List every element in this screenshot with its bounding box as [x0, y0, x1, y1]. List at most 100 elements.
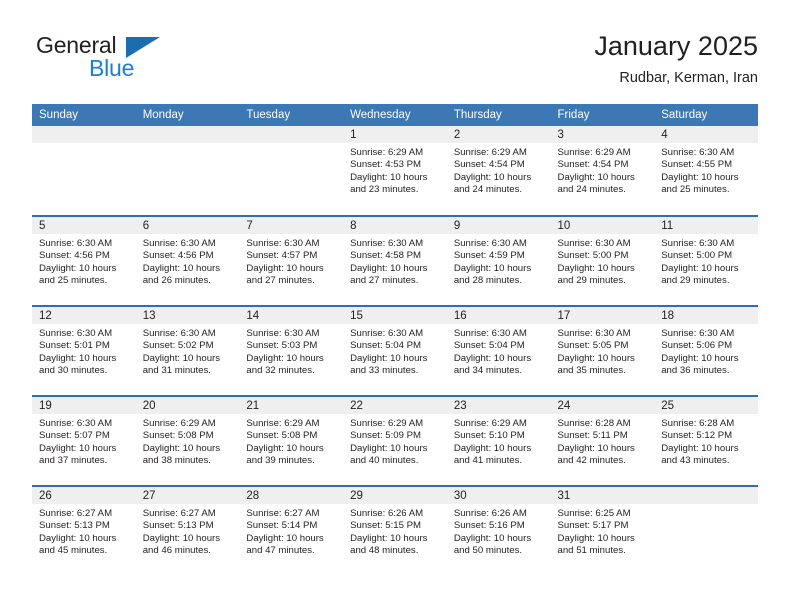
day-cell-inner: 29 Sunrise: 6:26 AM Sunset: 5:15 PM Dayligh… [343, 487, 447, 576]
calendar-day-cell[interactable]: 6 Sunrise: 6:30 AM Sunset: 4:56 PM Daylight… [135, 215, 240, 306]
calendar-day-cell[interactable]: 14 Sunrise: 6:30 AM Sunset: 5:03 PM Dayligh… [239, 305, 344, 396]
calendar-day-cell[interactable]: 2 Sunrise: 6:29 AM Sunset: 4:54 PM Daylight… [446, 126, 551, 216]
sunrise-text: Sunrise: 6:29 AM [246, 418, 320, 429]
daylight-text: Daylight: 10 hours and 25 minutes. [661, 171, 739, 196]
calendar-day-cell[interactable]: 11 Sunrise: 6:30 AM Sunset: 5:00 PM Dayligh… [654, 215, 758, 306]
sunset-text: Sunset: 5:10 PM [453, 430, 525, 442]
sunrise-text: Sunrise: 6:29 AM [453, 418, 527, 429]
calendar-day-cell[interactable]: 7 Sunrise: 6:30 AM Sunset: 4:57 PM Daylight… [239, 215, 344, 306]
day-cell-details: Sunrise: 6:29 AM Sunset: 4:54 PM Daylight:… [447, 143, 551, 197]
day-cell-inner: 13 Sunrise: 6:30 AM Sunset: 5:02 PM Dayligh… [135, 307, 240, 395]
sunset-text: Sunset: 4:54 PM [453, 159, 525, 171]
calendar-day-cell[interactable]: 28 Sunrise: 6:27 AM Sunset: 5:14 PM Dayligh… [239, 485, 344, 576]
sunrise-text: Sunrise: 6:30 AM [661, 328, 735, 339]
day-cell-inner: 8 Sunrise: 6:30 AM Sunset: 4:58 PM Daylight… [343, 217, 447, 305]
day-number [32, 126, 136, 143]
calendar-day-cell[interactable]: 3 Sunrise: 6:29 AM Sunset: 4:54 PM Daylight… [550, 126, 655, 216]
daylight-text: Daylight: 10 hours and 45 minutes. [39, 532, 117, 557]
daylight-text: Daylight: 10 hours and 27 minutes. [246, 262, 324, 287]
day-number: 21 [239, 397, 344, 414]
daylight-text: Daylight: 10 hours and 26 minutes. [142, 262, 221, 287]
sunrise-text: Sunrise: 6:30 AM [39, 238, 113, 249]
day-cell-details: Sunrise: 6:29 AM Sunset: 4:54 PM Daylight:… [551, 143, 655, 197]
sunrise-text: Sunrise: 6:30 AM [246, 238, 320, 249]
sunset-text: Sunset: 5:03 PM [246, 340, 318, 352]
calendar-day-cell[interactable]: 10 Sunrise: 6:30 AM Sunset: 5:00 PM Dayligh… [550, 215, 655, 306]
calendar-day-cell[interactable]: 17 Sunrise: 6:30 AM Sunset: 5:05 PM Dayligh… [550, 305, 655, 396]
daylight-text: Daylight: 10 hours and 32 minutes. [246, 352, 324, 377]
calendar-day-cell[interactable]: 21 Sunrise: 6:29 AM Sunset: 5:08 PM Dayligh… [239, 395, 344, 486]
calendar-day-cell[interactable]: 18 Sunrise: 6:30 AM Sunset: 5:06 PM Dayligh… [654, 305, 758, 396]
calendar-week-row: 19 Sunrise: 6:30 AM Sunset: 5:07 PM Dayligh… [32, 395, 758, 486]
day-cell-inner: 6 Sunrise: 6:30 AM Sunset: 4:56 PM Daylight… [135, 217, 240, 305]
calendar-day-cell[interactable]: 20 Sunrise: 6:29 AM Sunset: 5:08 PM Dayligh… [135, 395, 240, 486]
sunset-text: Sunset: 5:17 PM [557, 520, 629, 532]
day-number: 29 [343, 487, 447, 504]
sunrise-text: Sunrise: 6:30 AM [142, 328, 216, 339]
daylight-text: Daylight: 10 hours and 41 minutes. [453, 442, 532, 467]
day-cell-inner: 30 Sunrise: 6:26 AM Sunset: 5:16 PM Dayligh… [446, 487, 551, 576]
calendar-day-cell[interactable]: 15 Sunrise: 6:30 AM Sunset: 5:04 PM Dayligh… [343, 305, 447, 396]
day-cell-details: Sunrise: 6:30 AM Sunset: 4:57 PM Daylight:… [239, 234, 343, 288]
sunset-text: Sunset: 5:04 PM [453, 340, 525, 352]
calendar-day-cell[interactable]: 9 Sunrise: 6:30 AM Sunset: 4:59 PM Daylight… [446, 215, 551, 306]
day-number: 1 [343, 126, 447, 143]
daylight-text: Daylight: 10 hours and 39 minutes. [246, 442, 324, 467]
day-cell-inner: 9 Sunrise: 6:30 AM Sunset: 4:59 PM Daylight… [446, 217, 551, 305]
sunrise-text: Sunrise: 6:30 AM [453, 328, 527, 339]
sunset-text: Sunset: 5:04 PM [350, 340, 422, 352]
day-cell-inner: 11 Sunrise: 6:30 AM Sunset: 5:00 PM Dayligh… [654, 217, 758, 305]
calendar-day-cell[interactable]: 8 Sunrise: 6:30 AM Sunset: 4:58 PM Daylight… [343, 215, 447, 306]
calendar-day-cell-empty [654, 485, 758, 576]
calendar-day-cell[interactable]: 19 Sunrise: 6:30 AM Sunset: 5:07 PM Dayligh… [32, 395, 136, 486]
day-cell-details: Sunrise: 6:29 AM Sunset: 5:08 PM Daylight:… [136, 414, 240, 468]
day-cell-inner: 7 Sunrise: 6:30 AM Sunset: 4:57 PM Daylight… [239, 217, 344, 305]
day-cell-details: Sunrise: 6:27 AM Sunset: 5:14 PM Daylight:… [239, 504, 343, 558]
daylight-text: Daylight: 10 hours and 30 minutes. [39, 352, 117, 377]
day-number: 6 [135, 217, 240, 234]
sunrise-text: Sunrise: 6:29 AM [453, 147, 527, 158]
day-cell-inner: 22 Sunrise: 6:29 AM Sunset: 5:09 PM Dayligh… [343, 397, 447, 485]
calendar-day-cell[interactable]: 4 Sunrise: 6:30 AM Sunset: 4:55 PM Daylight… [654, 126, 758, 216]
day-cell-inner: 4 Sunrise: 6:30 AM Sunset: 4:55 PM Daylight… [654, 126, 758, 215]
day-number: 3 [550, 126, 655, 143]
day-number: 23 [446, 397, 551, 414]
daylight-text: Daylight: 10 hours and 34 minutes. [453, 352, 532, 377]
day-cell-inner: 1 Sunrise: 6:29 AM Sunset: 4:53 PM Daylight… [343, 126, 447, 215]
day-number: 26 [32, 487, 136, 504]
calendar-day-cell[interactable]: 5 Sunrise: 6:30 AM Sunset: 4:56 PM Daylight… [32, 215, 136, 306]
calendar-day-cell[interactable]: 16 Sunrise: 6:30 AM Sunset: 5:04 PM Dayligh… [446, 305, 551, 396]
day-cell-inner: 25 Sunrise: 6:28 AM Sunset: 5:12 PM Dayligh… [654, 397, 758, 485]
sunset-text: Sunset: 5:13 PM [142, 520, 214, 532]
daylight-text: Daylight: 10 hours and 29 minutes. [557, 262, 635, 287]
day-cell-details: Sunrise: 6:30 AM Sunset: 5:00 PM Daylight:… [551, 234, 655, 288]
calendar-day-cell-empty [32, 126, 136, 216]
day-number: 24 [550, 397, 655, 414]
sunset-text: Sunset: 5:05 PM [557, 340, 629, 352]
day-number: 13 [135, 307, 240, 324]
calendar-day-cell[interactable]: 23 Sunrise: 6:29 AM Sunset: 5:10 PM Dayligh… [446, 395, 551, 486]
calendar-day-cell[interactable]: 1 Sunrise: 6:29 AM Sunset: 4:53 PM Daylight… [343, 126, 447, 216]
day-number: 31 [550, 487, 655, 504]
general-blue-logo: General Blue [32, 32, 272, 94]
calendar-day-cell[interactable]: 12 Sunrise: 6:30 AM Sunset: 5:01 PM Dayligh… [32, 305, 136, 396]
calendar-day-cell[interactable]: 27 Sunrise: 6:27 AM Sunset: 5:13 PM Dayligh… [135, 485, 240, 576]
calendar-day-cell[interactable]: 31 Sunrise: 6:25 AM Sunset: 5:17 PM Dayligh… [550, 485, 655, 576]
day-cell-details: Sunrise: 6:30 AM Sunset: 5:02 PM Daylight:… [136, 324, 240, 378]
calendar-day-cell[interactable]: 24 Sunrise: 6:28 AM Sunset: 5:11 PM Dayligh… [550, 395, 655, 486]
calendar-week-row: 1 Sunrise: 6:29 AM Sunset: 4:53 PM Daylight… [32, 126, 758, 216]
day-number: 10 [550, 217, 655, 234]
day-cell-inner: 10 Sunrise: 6:30 AM Sunset: 5:00 PM Dayligh… [550, 217, 655, 305]
sunrise-text: Sunrise: 6:30 AM [557, 328, 631, 339]
calendar-day-cell[interactable]: 26 Sunrise: 6:27 AM Sunset: 5:13 PM Dayligh… [32, 485, 136, 576]
calendar-day-cell[interactable]: 30 Sunrise: 6:26 AM Sunset: 5:16 PM Dayligh… [446, 485, 551, 576]
sunset-text: Sunset: 4:59 PM [453, 250, 525, 262]
calendar-day-cell[interactable]: 13 Sunrise: 6:30 AM Sunset: 5:02 PM Dayligh… [135, 305, 240, 396]
calendar-day-cell[interactable]: 25 Sunrise: 6:28 AM Sunset: 5:12 PM Dayligh… [654, 395, 758, 486]
day-number: 12 [32, 307, 136, 324]
daylight-text: Daylight: 10 hours and 51 minutes. [557, 532, 635, 557]
daylight-text: Daylight: 10 hours and 33 minutes. [350, 352, 428, 377]
calendar-day-cell[interactable]: 29 Sunrise: 6:26 AM Sunset: 5:15 PM Dayligh… [343, 485, 447, 576]
sunrise-text: Sunrise: 6:30 AM [246, 328, 320, 339]
calendar-day-cell[interactable]: 22 Sunrise: 6:29 AM Sunset: 5:09 PM Dayligh… [343, 395, 447, 486]
